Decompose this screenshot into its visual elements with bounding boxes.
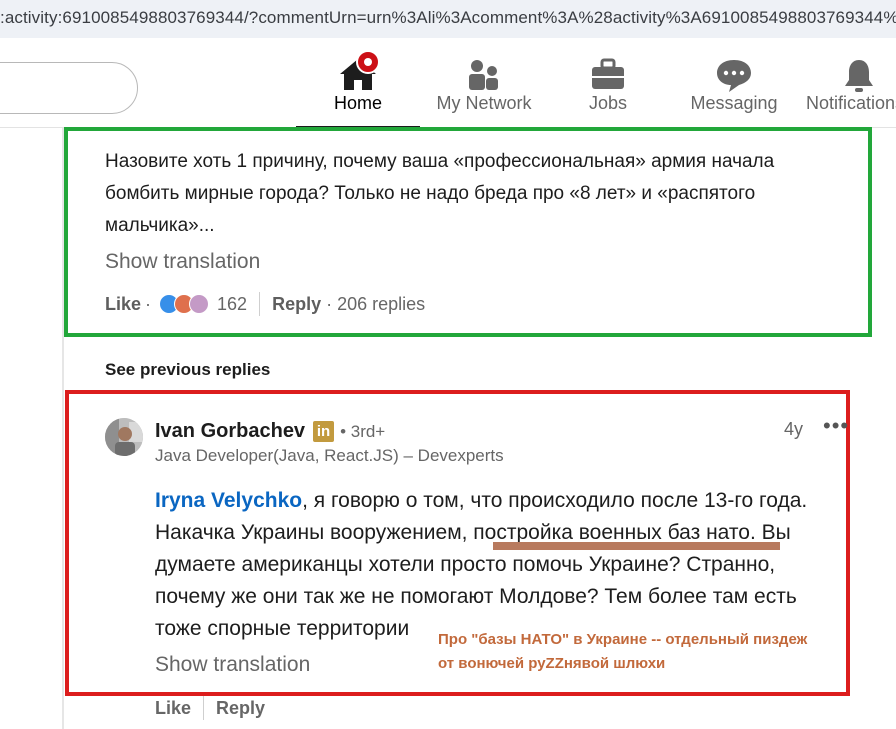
nav-jobs-label: Jobs bbox=[588, 93, 628, 113]
like-button[interactable]: Like bbox=[155, 698, 191, 719]
messaging-icon bbox=[714, 52, 754, 92]
nav-my-network-label: My Network bbox=[436, 93, 532, 113]
nav-notifications-label: Notifications bbox=[806, 93, 896, 113]
reply-button[interactable]: Reply bbox=[272, 294, 321, 315]
home-icon bbox=[334, 50, 382, 92]
avatar[interactable] bbox=[105, 418, 143, 456]
annotation-note: Про "базы НАТО" в Украине -- отдельный п… bbox=[438, 628, 807, 676]
reactions-icons[interactable] bbox=[159, 294, 210, 314]
connection-degree: • 3rd+ bbox=[340, 421, 386, 441]
briefcase-icon bbox=[588, 52, 628, 92]
top-nav: Home My Network Jobs Messaging Notificat… bbox=[0, 38, 896, 128]
mention-link[interactable]: Iryna Velychko bbox=[155, 489, 302, 512]
comment-actions: Like · 162 Reply · 206 replies bbox=[105, 292, 425, 316]
replies-count[interactable]: · 206 replies bbox=[326, 294, 425, 315]
nav-messaging[interactable]: Messaging bbox=[684, 52, 784, 128]
show-translation-link[interactable]: Show translation bbox=[105, 250, 260, 274]
like-separator: · bbox=[145, 293, 152, 314]
reactions-count[interactable]: 162 bbox=[217, 294, 247, 315]
search-input[interactable] bbox=[0, 62, 138, 114]
linkedin-icon: in bbox=[313, 421, 335, 442]
nav-home-label: Home bbox=[333, 93, 382, 113]
reply-text: Iryna Velychko, я говорю о том, что прои… bbox=[155, 485, 845, 645]
author-headline: Java Developer(Java, React.JS) – Devexpe… bbox=[155, 446, 504, 465]
reply-actions: Like Reply bbox=[155, 696, 265, 720]
divider bbox=[203, 696, 205, 720]
like-button[interactable]: Like bbox=[105, 294, 141, 315]
author-name[interactable]: Ivan Gorbachev bbox=[155, 420, 305, 443]
show-translation-link[interactable]: Show translation bbox=[155, 653, 310, 677]
see-previous-replies-link[interactable]: See previous replies bbox=[105, 360, 270, 380]
network-icon bbox=[464, 52, 504, 92]
comment-text: Назовите хоть 1 причину, почему ваша «пр… bbox=[105, 151, 775, 236]
nav-notifications[interactable]: Notifications bbox=[806, 52, 896, 128]
annotation-line-2: от вонючей руZZнявой шлюхи bbox=[438, 655, 666, 672]
reply-button[interactable]: Reply bbox=[216, 698, 265, 719]
divider bbox=[259, 292, 261, 316]
highlight-underline bbox=[493, 542, 780, 550]
annotation-line-1: Про "базы НАТО" в Украине -- отдельный п… bbox=[438, 631, 808, 648]
nav-my-network[interactable]: My Network bbox=[426, 52, 542, 128]
address-bar[interactable]: :activity:6910085498803769344/?commentUr… bbox=[0, 0, 896, 38]
comment-time: 4y bbox=[784, 419, 804, 439]
nav-messaging-label: Messaging bbox=[690, 93, 778, 113]
nav-jobs[interactable]: Jobs bbox=[564, 52, 652, 128]
url-text[interactable]: :activity:6910085498803769344/?commentUr… bbox=[0, 8, 896, 28]
more-options-icon[interactable]: ••• bbox=[823, 413, 849, 439]
bell-icon bbox=[840, 52, 880, 92]
author-line: Ivan Gorbachev in • 3rd+ bbox=[155, 420, 385, 443]
support-reaction-icon bbox=[189, 294, 210, 314]
nav-home[interactable]: Home bbox=[296, 50, 420, 128]
